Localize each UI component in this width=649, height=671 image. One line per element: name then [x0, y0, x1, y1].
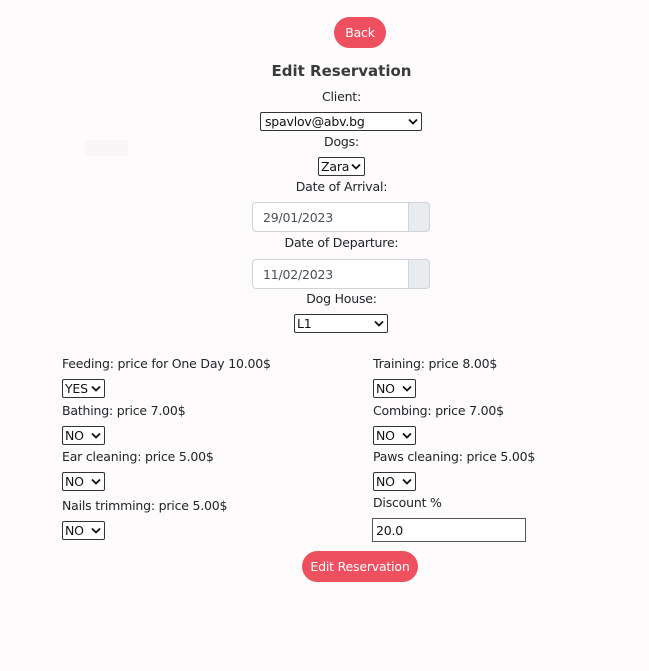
- combing-select[interactable]: NO: [373, 426, 416, 445]
- chevron-down-icon: [91, 385, 101, 392]
- chevron-down-icon: [91, 432, 101, 439]
- dogs-select[interactable]: Zara: [318, 157, 365, 176]
- bathing-label: Bathing: price 7.00$: [62, 403, 186, 418]
- ear-cleaning-label: Ear cleaning: price 5.00$: [62, 449, 214, 464]
- dog-house-label: Dog House:: [306, 291, 377, 306]
- chevron-down-icon: [402, 385, 412, 392]
- arrival-date-input[interactable]: 29/01/2023: [252, 202, 409, 232]
- client-label: Client:: [322, 89, 361, 104]
- bathing-select[interactable]: NO: [62, 426, 105, 445]
- discount-input-value: 20.0: [376, 522, 404, 538]
- training-select[interactable]: NO: [373, 379, 416, 398]
- back-button[interactable]: Back: [334, 17, 386, 48]
- training-label: Training: price 8.00$: [373, 356, 498, 371]
- edit-reservation-button[interactable]: Edit Reservation: [302, 551, 418, 582]
- discount-label: Discount %: [373, 495, 442, 510]
- arrival-label: Date of Arrival:: [295, 179, 388, 194]
- dogs-label: Dogs:: [324, 134, 359, 149]
- feeding-label: Feeding: price for One Day 10.00$: [62, 356, 271, 371]
- nails-trimming-select[interactable]: NO: [62, 521, 105, 540]
- arrival-date-value: 29/01/2023: [263, 209, 334, 225]
- departure-date-value: 11/02/2023: [263, 266, 334, 282]
- arrival-calendar-button[interactable]: [409, 202, 430, 232]
- feeding-select[interactable]: YES: [62, 379, 105, 398]
- paws-cleaning-select-value: NO: [376, 474, 395, 489]
- nails-trimming-select-value: NO: [65, 523, 84, 538]
- chevron-down-icon: [91, 527, 101, 534]
- client-select-value: spavlov@abv.bg: [265, 114, 365, 129]
- dog-house-select[interactable]: L1: [294, 314, 388, 333]
- chevron-down-icon: [408, 118, 418, 125]
- feeding-select-value: YES: [65, 381, 88, 396]
- departure-calendar-button[interactable]: [409, 259, 430, 289]
- combing-label: Combing: price 7.00$: [373, 403, 504, 418]
- paws-cleaning-label: Paws cleaning: price 5.00$: [373, 449, 536, 464]
- chevron-down-icon: [374, 320, 384, 327]
- bathing-select-value: NO: [65, 428, 84, 443]
- nails-trimming-label: Nails trimming: price 5.00$: [62, 498, 228, 513]
- page-title: Edit Reservation: [271, 62, 412, 80]
- departure-label: Date of Departure:: [284, 235, 399, 250]
- dogs-select-value: Zara: [321, 159, 350, 174]
- paws-cleaning-select[interactable]: NO: [373, 472, 416, 491]
- chevron-down-icon: [402, 478, 412, 485]
- combing-select-value: NO: [376, 428, 395, 443]
- chevron-down-icon: [351, 163, 361, 170]
- ear-cleaning-select-value: NO: [65, 474, 84, 489]
- discount-input[interactable]: 20.0: [372, 518, 526, 542]
- chevron-down-icon: [402, 432, 412, 439]
- ear-cleaning-select[interactable]: NO: [62, 472, 105, 491]
- dog-house-select-value: L1: [297, 316, 312, 331]
- chevron-down-icon: [91, 478, 101, 485]
- client-select[interactable]: spavlov@abv.bg: [260, 112, 422, 131]
- training-select-value: NO: [376, 381, 395, 396]
- departure-date-input[interactable]: 11/02/2023: [252, 259, 409, 289]
